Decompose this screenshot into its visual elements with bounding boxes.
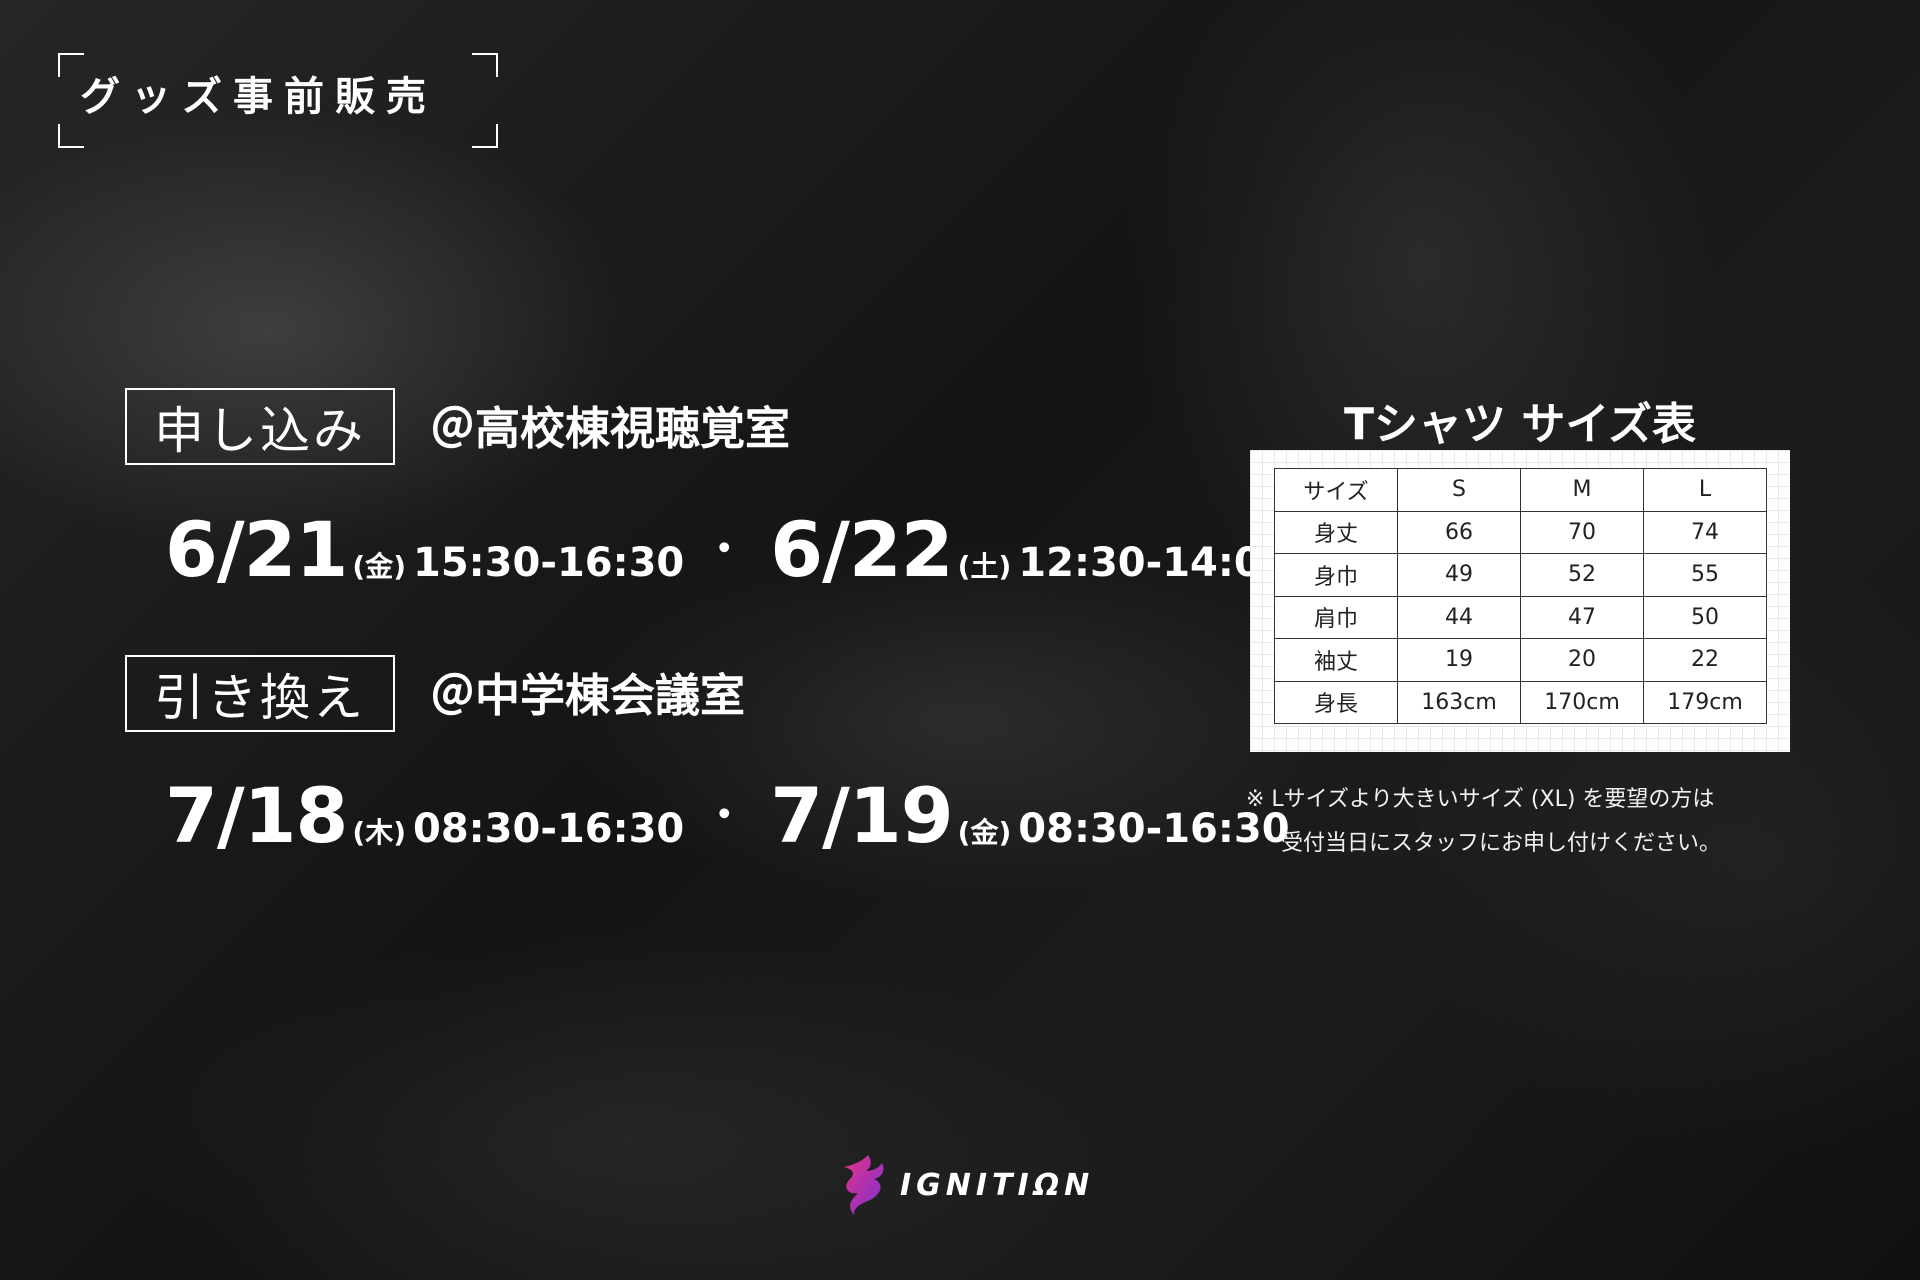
table-cell: 163cm	[1397, 680, 1521, 724]
size-note: ※ Lサイズより大きいサイズ (XL) を要望の方は 受付当日にスタッフにお申し…	[1246, 778, 1721, 866]
logo-wordmark: IGNITIΩN	[900, 1167, 1095, 1203]
row-label: 身長	[1274, 680, 1398, 724]
note-line: ※ Lサイズより大きいサイズ (XL) を要望の方は	[1246, 787, 1715, 812]
column-header: M	[1520, 468, 1644, 512]
table-cell: 179cm	[1643, 680, 1767, 724]
table-row: 袖丈 19 20 22	[1274, 638, 1767, 682]
session-time: 12:30-14:00	[1018, 540, 1290, 586]
row-label: 身丈	[1274, 510, 1398, 554]
session-time: 08:30-16:30	[413, 806, 685, 852]
session-day: (金)	[957, 816, 1012, 849]
separator-dot: ・	[704, 792, 745, 838]
session-time: 15:30-16:30	[413, 540, 685, 586]
session-date: 7/18	[165, 771, 348, 860]
corner-bracket	[472, 124, 498, 148]
session-date: 7/19	[770, 771, 953, 860]
table-cell: 50	[1643, 595, 1767, 639]
table-header-row: サイズ S M L	[1274, 468, 1767, 512]
row-label: 身巾	[1274, 553, 1398, 597]
session-day: (金)	[352, 550, 407, 583]
ignition-logo: IGNITIΩN	[838, 1153, 1094, 1217]
table-cell: 22	[1643, 638, 1767, 682]
table-cell: 70	[1520, 510, 1644, 554]
row-label: 袖丈	[1274, 638, 1398, 682]
table-cell: 19	[1397, 638, 1521, 682]
size-chart-card: サイズ S M L 身丈 66 70 74 身巾 49 52 55 肩巾 44	[1250, 450, 1790, 752]
exchange-label: 引き換え	[125, 655, 395, 732]
table-cell: 170cm	[1520, 680, 1644, 724]
session-day: (木)	[352, 816, 407, 849]
column-header: サイズ	[1274, 468, 1398, 512]
table-cell: 47	[1520, 595, 1644, 639]
session-day: (土)	[957, 550, 1012, 583]
size-table: サイズ S M L 身丈 66 70 74 身巾 49 52 55 肩巾 44	[1274, 468, 1767, 724]
table-cell: 66	[1397, 510, 1521, 554]
session-date: 6/21	[165, 505, 348, 594]
table-cell: 55	[1643, 553, 1767, 597]
application-dates: 6/21 (金) 15:30-16:30 ・ 6/22 (土) 12:30-14…	[165, 512, 1290, 588]
table-cell: 49	[1397, 553, 1521, 597]
column-header: L	[1643, 468, 1767, 512]
table-cell: 52	[1520, 553, 1644, 597]
size-chart-title: Tシャツ サイズ表	[1343, 399, 1696, 450]
table-cell: 44	[1397, 595, 1521, 639]
table-row: 身巾 49 52 55	[1274, 553, 1767, 597]
exchange-venue: ＠中学棟会議室	[430, 669, 746, 722]
corner-bracket	[58, 124, 84, 148]
note-line: 受付当日にスタッフにお申し付けください。	[1281, 831, 1722, 856]
header-frame: グッズ事前販売	[58, 53, 498, 148]
session-date: 6/22	[770, 505, 953, 594]
application-venue: ＠高校棟視聴覚室	[430, 402, 791, 455]
page-title: グッズ事前販売	[80, 74, 437, 120]
table-row: 身長 163cm 170cm 179cm	[1274, 680, 1767, 724]
flame-logo-icon	[844, 1155, 884, 1215]
table-row: 肩巾 44 47 50	[1274, 595, 1767, 639]
table-cell: 74	[1643, 510, 1767, 554]
column-header: S	[1397, 468, 1521, 512]
row-label: 肩巾	[1274, 595, 1398, 639]
separator-dot: ・	[704, 526, 745, 572]
corner-bracket	[472, 53, 498, 77]
table-row: 身丈 66 70 74	[1274, 510, 1767, 554]
exchange-dates: 7/18 (木) 08:30-16:30 ・ 7/19 (金) 08:30-16…	[165, 778, 1290, 854]
application-label: 申し込み	[125, 388, 395, 465]
table-cell: 20	[1520, 638, 1644, 682]
